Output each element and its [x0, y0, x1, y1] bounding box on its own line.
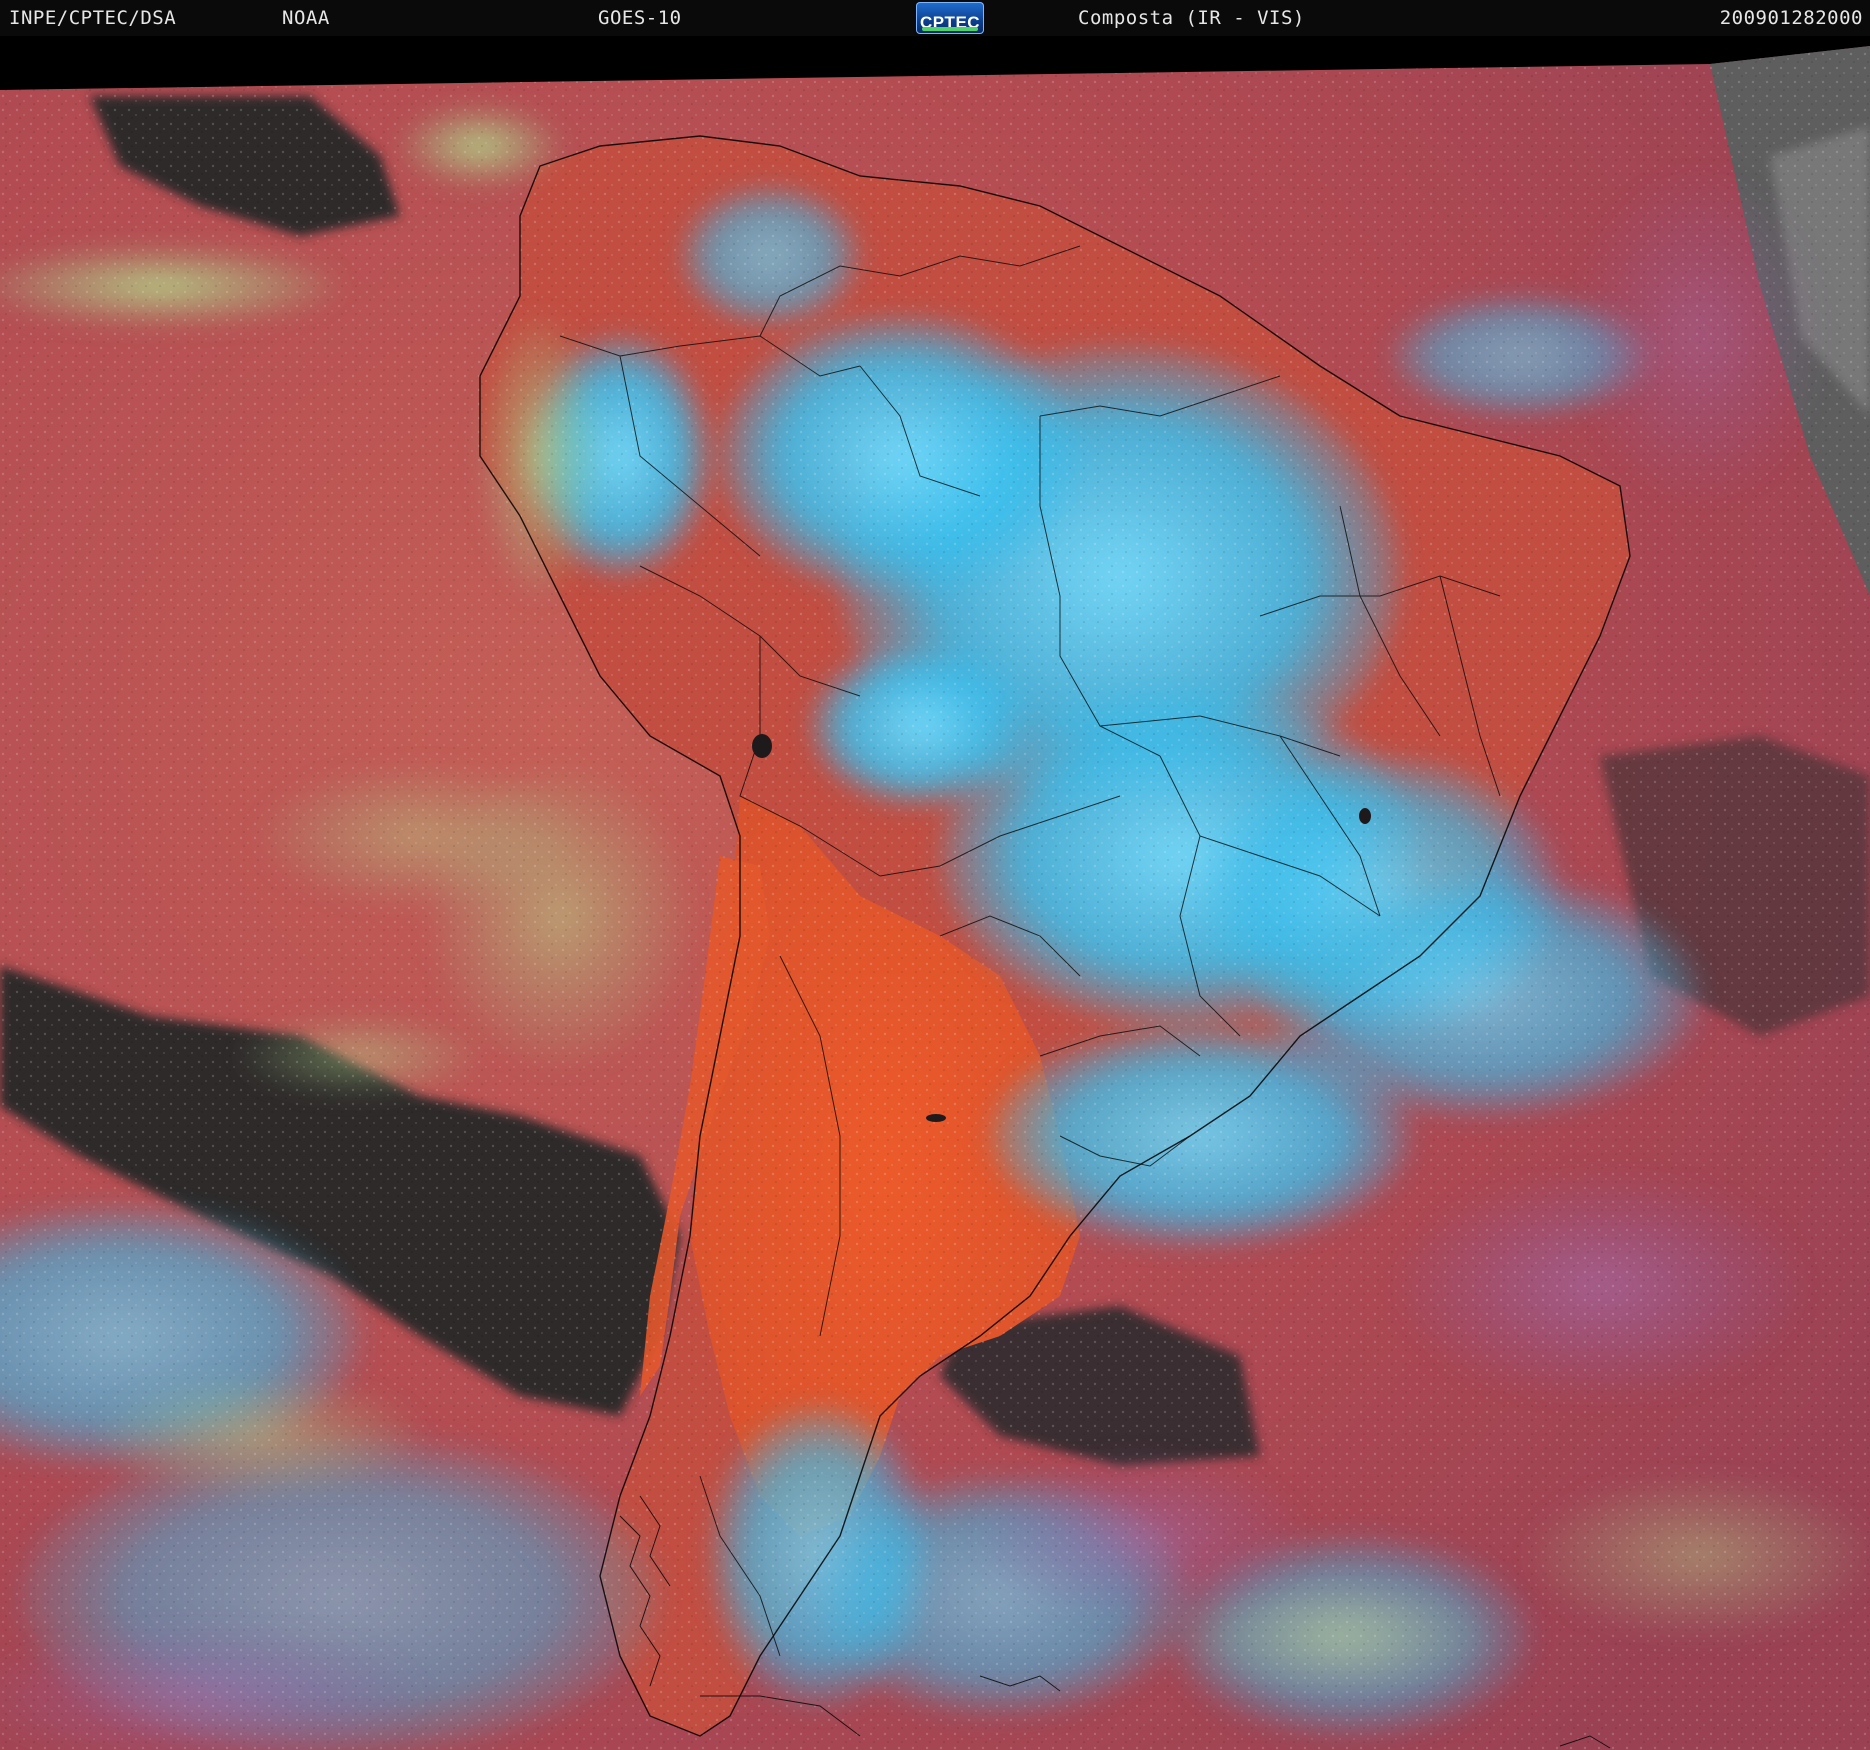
- product-label: Composta (IR - VIS): [1078, 7, 1305, 29]
- header-bar: INPE/CPTEC/DSA NOAA GOES-10 CPTEC Compos…: [0, 0, 1870, 36]
- satellite-map-svg: [0, 36, 1870, 1750]
- satellite-map: [0, 36, 1870, 1750]
- timestamp-label: 200901282000: [1719, 7, 1863, 29]
- agency-label: INPE/CPTEC/DSA: [9, 7, 177, 29]
- texture-overlay: [0, 46, 1870, 1750]
- satellite-image-frame: INPE/CPTEC/DSA NOAA GOES-10 CPTEC Compos…: [0, 0, 1870, 1750]
- satellite-label: GOES-10: [598, 7, 682, 29]
- cptec-logo: CPTEC: [916, 2, 984, 34]
- source-label: NOAA: [282, 7, 330, 29]
- logo-swoosh: [922, 27, 978, 31]
